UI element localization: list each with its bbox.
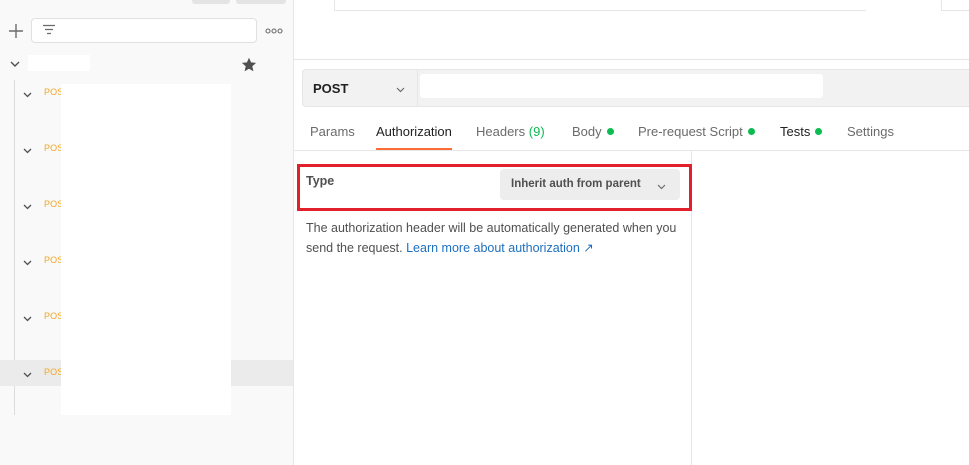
main-panel: POST Params Authorization Headers (9) Bo…: [294, 0, 969, 465]
chevron-down-icon: [656, 180, 667, 191]
plus-icon[interactable]: [7, 22, 25, 40]
method-label: POST: [313, 81, 349, 96]
tab-body[interactable]: Body: [572, 124, 614, 150]
chevron-down-icon: [395, 83, 406, 94]
star-icon[interactable]: [240, 56, 258, 74]
headers-count: (9): [528, 124, 545, 139]
tab-strip: [294, 0, 969, 11]
collection-name[interactable]: [28, 55, 90, 71]
chevron-down-icon[interactable]: [22, 368, 33, 379]
chevron-down-icon[interactable]: [22, 256, 33, 267]
sidebar: POS POS POS POS POS POS: [0, 0, 294, 465]
tab-headers[interactable]: Headers (9): [476, 124, 545, 150]
tab-params[interactable]: Params: [310, 124, 355, 150]
auth-description: The authorization header will be automat…: [306, 218, 686, 258]
tab-pre-request-script[interactable]: Pre-request Script: [638, 124, 755, 150]
tab-authorization[interactable]: Authorization: [376, 124, 452, 150]
sidebar-top-button[interactable]: [236, 0, 286, 4]
tab-group[interactable]: [334, 0, 866, 11]
redacted-area: [61, 84, 231, 415]
tab-tests-label: Tests: [780, 124, 811, 139]
filter-input[interactable]: [31, 18, 257, 43]
auth-type-label: Type: [306, 174, 335, 188]
status-dot-icon: [747, 128, 755, 135]
tab-body-label: Body: [572, 124, 602, 139]
sidebar-top-button[interactable]: [192, 0, 230, 4]
chevron-down-icon[interactable]: [22, 312, 33, 323]
status-dot-icon: [606, 128, 614, 135]
method-select[interactable]: POST: [303, 70, 418, 106]
chevron-down-icon[interactable]: [9, 58, 21, 70]
more-options-icon[interactable]: [265, 24, 283, 38]
tab-tests[interactable]: Tests: [780, 124, 823, 150]
chevron-down-icon[interactable]: [22, 144, 33, 155]
status-dot-icon: [815, 128, 823, 135]
tab-headers-label: Headers: [476, 124, 526, 139]
authorization-panel: Type Inherit auth from parent The author…: [294, 151, 692, 465]
auth-type-value: Inherit auth from parent: [511, 178, 641, 190]
tab-group[interactable]: [941, 0, 969, 11]
divider: [294, 59, 969, 60]
filter-icon: [43, 24, 55, 35]
chevron-down-icon[interactable]: [22, 200, 33, 211]
chevron-down-icon[interactable]: [22, 88, 33, 99]
tab-settings[interactable]: Settings: [847, 124, 894, 150]
learn-more-link[interactable]: Learn more about authorization ↗: [406, 241, 594, 255]
url-input[interactable]: [420, 74, 823, 98]
auth-type-select[interactable]: Inherit auth from parent: [500, 169, 680, 200]
url-bar: POST: [302, 69, 969, 107]
tab-pre-request-label: Pre-request Script: [638, 124, 743, 139]
